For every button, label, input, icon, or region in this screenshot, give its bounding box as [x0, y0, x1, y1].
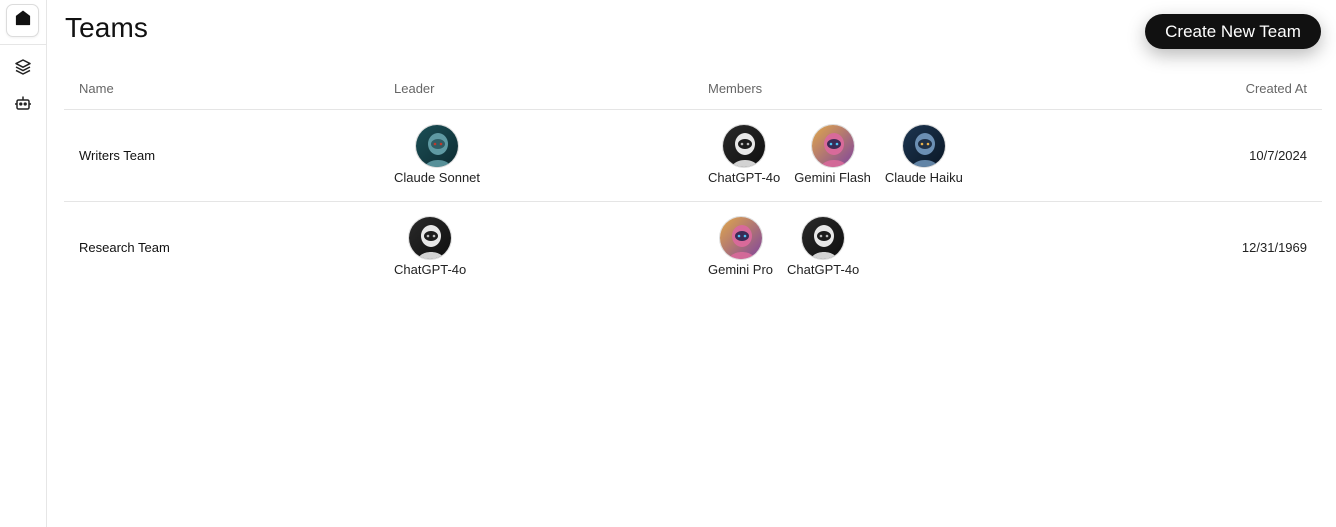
- agent-name: Claude Sonnet: [394, 170, 481, 185]
- create-new-team-button[interactable]: Create New Team: [1145, 14, 1321, 49]
- page-title: Teams: [65, 12, 148, 43]
- agent-name: Claude Haiku: [884, 170, 963, 185]
- avatar: [722, 124, 767, 168]
- agent-name: ChatGPT-4o: [787, 262, 860, 277]
- layers-icon: [14, 58, 32, 81]
- team-name: Writers Team: [79, 148, 156, 163]
- member-agent[interactable]: ChatGPT-4o: [708, 124, 780, 185]
- agent-name: Gemini Flash: [794, 170, 871, 185]
- avatar: [801, 216, 846, 260]
- column-header-members[interactable]: Members: [708, 81, 762, 96]
- sidebar-item-agents[interactable]: [12, 94, 34, 116]
- leader-agent[interactable]: Claude Sonnet: [394, 124, 480, 185]
- avatar: [415, 124, 459, 168]
- team-name: Research Team: [79, 240, 170, 255]
- avatar: [408, 216, 453, 260]
- main-content: Teams Create New Team Name Leader Member…: [48, 0, 1336, 527]
- sidebar-item-home[interactable]: [6, 4, 39, 37]
- agent-name: ChatGPT-4o: [708, 170, 781, 185]
- created-at: 10/7/2024: [1249, 148, 1307, 163]
- members-cell: ChatGPT-4o Gemini Flash Claude Haiku: [708, 124, 963, 185]
- agent-name: ChatGPT-4o: [394, 262, 467, 277]
- column-header-name[interactable]: Name: [79, 81, 114, 96]
- created-at: 12/31/1969: [1241, 240, 1307, 255]
- members-cell: Gemini Pro ChatGPT-4o: [708, 216, 859, 277]
- bot-icon: [14, 94, 32, 117]
- leader-agent[interactable]: ChatGPT-4o: [394, 216, 466, 277]
- member-agent[interactable]: ChatGPT-4o: [787, 216, 859, 277]
- home-icon: [15, 10, 31, 31]
- table-row[interactable]: Writers Team Claude Sonnet ChatGPT-4o Ge…: [64, 110, 1322, 202]
- column-header-leader[interactable]: Leader: [394, 81, 434, 96]
- teams-table: Name Leader Members Created At Writers T…: [64, 70, 1322, 294]
- table-header: Name Leader Members Created At: [64, 70, 1322, 110]
- agent-name: Gemini Pro: [708, 262, 774, 277]
- sidebar: [0, 0, 47, 527]
- table-row[interactable]: Research Team ChatGPT-4o Gemini Pro Chat…: [64, 202, 1322, 294]
- member-agent[interactable]: Gemini Pro: [708, 216, 773, 277]
- avatar: [718, 216, 763, 260]
- leader-cell: ChatGPT-4o: [394, 216, 466, 277]
- member-agent[interactable]: Claude Haiku: [885, 124, 963, 185]
- avatar: [901, 124, 946, 168]
- sidebar-divider: [0, 44, 47, 45]
- member-agent[interactable]: Gemini Flash: [794, 124, 871, 185]
- avatar: [810, 124, 855, 168]
- leader-cell: Claude Sonnet: [394, 124, 480, 185]
- sidebar-item-layers[interactable]: [12, 58, 34, 80]
- column-header-created-at[interactable]: Created At: [1246, 81, 1307, 96]
